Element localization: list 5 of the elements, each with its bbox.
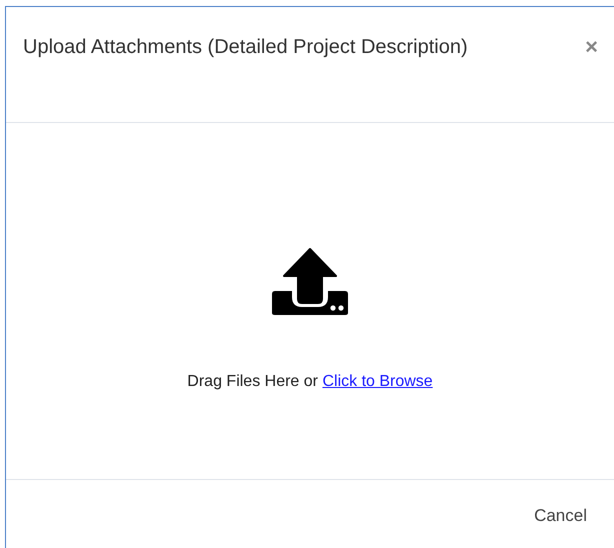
cancel-button[interactable]: Cancel — [530, 504, 591, 528]
close-button[interactable]: × — [585, 33, 598, 61]
browse-link[interactable]: Click to Browse — [322, 373, 433, 390]
drop-instructions: Drag Files Here or Click to Browse — [187, 373, 433, 391]
dialog-title: Upload Attachments (Detailed Project Description) — [23, 35, 468, 60]
